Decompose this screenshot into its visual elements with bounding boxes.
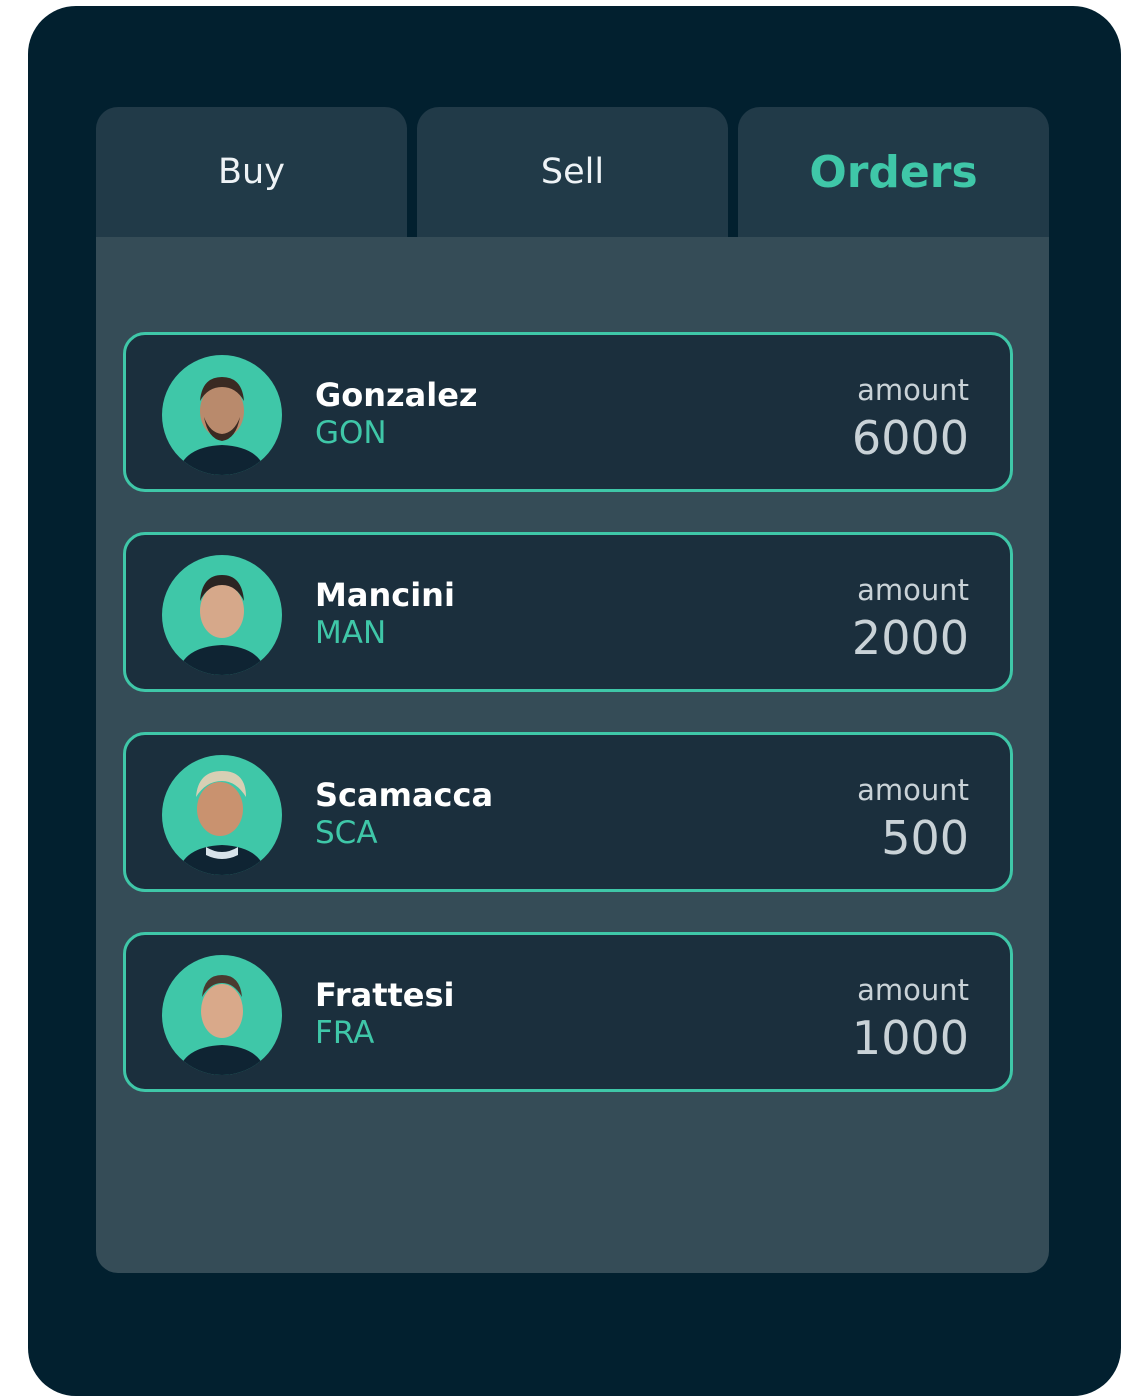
amount-label: amount [857,373,969,407]
tab-orders[interactable]: Orders [738,107,1049,237]
tab-buy-label: Buy [218,152,285,192]
tab-buy[interactable]: Buy [96,107,407,237]
player-name: Gonzalez [315,376,478,414]
player-avatar [162,755,282,875]
tab-sell[interactable]: Sell [417,107,728,237]
amount-label: amount [857,973,969,1007]
player-code: FRA [315,1015,375,1051]
player-name: Scamacca [315,776,494,814]
amount-value: 500 [881,811,969,865]
player-name: Mancini [315,576,455,614]
player-avatar [162,955,282,1075]
player-avatar [162,355,282,475]
player-code: MAN [315,615,387,651]
order-card[interactable]: Mancini MAN amount 2000 [123,532,1013,692]
tab-bar: Buy Sell Orders [96,107,1049,237]
amount-label: amount [857,573,969,607]
amount-label: amount [857,773,969,807]
player-code: GON [315,415,387,451]
amount-value: 2000 [851,611,969,665]
order-card[interactable]: Gonzalez GON amount 6000 [123,332,1013,492]
tab-orders-label: Orders [809,146,978,198]
tab-sell-label: Sell [540,152,605,192]
amount-value: 6000 [851,411,969,465]
player-avatar [162,555,282,675]
amount-value: 1000 [851,1011,969,1065]
orders-panel: Gonzalez GON amount 6000 Mancini MAN amo… [96,237,1049,1273]
player-name: Frattesi [315,976,455,1014]
player-code: SCA [315,815,378,851]
order-card[interactable]: Scamacca SCA amount 500 [123,732,1013,892]
order-card[interactable]: Frattesi FRA amount 1000 [123,932,1013,1092]
